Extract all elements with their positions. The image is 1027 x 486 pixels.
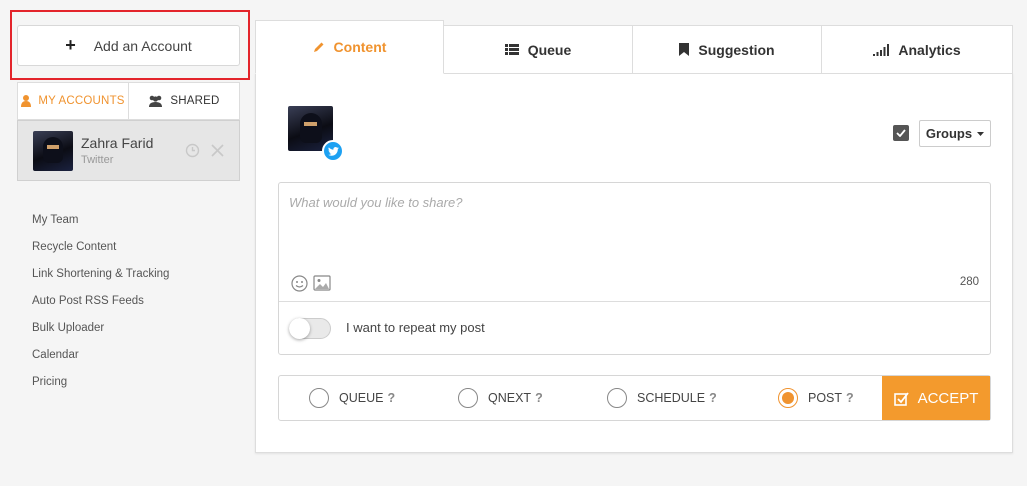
schedule-label: SCHEDULE <box>637 391 706 405</box>
account-network: Twitter <box>81 154 114 166</box>
schedule-radio[interactable] <box>607 388 627 408</box>
queue-radio[interactable] <box>309 388 329 408</box>
account-card[interactable]: Zahra Farid Twitter <box>17 120 240 181</box>
help-icon[interactable]: ? <box>387 391 395 405</box>
groups-label: Groups <box>925 126 973 141</box>
tab-queue-label: Queue <box>527 41 572 58</box>
option-schedule[interactable]: SCHEDULE? <box>607 376 717 420</box>
help-icon[interactable]: ? <box>709 391 717 405</box>
groups-dropdown[interactable]: Groups <box>919 120 991 147</box>
account-name: Zahra Farid <box>81 135 154 151</box>
tab-suggestion-label: Suggestion <box>698 41 775 58</box>
emoji-icon[interactable] <box>291 275 308 292</box>
add-account-button[interactable]: + Add an Account <box>17 25 240 66</box>
tab-queue[interactable]: Queue <box>444 25 633 74</box>
post-label: POST <box>808 391 843 405</box>
nav-pricing[interactable]: Pricing <box>32 373 169 400</box>
option-qnext[interactable]: QNEXT? <box>458 376 543 420</box>
groups-checkbox[interactable] <box>893 125 909 141</box>
add-account-label: Add an Account <box>93 37 192 54</box>
post-options: QUEUE? QNEXT? SCHEDULE? POST? ACCEPT <box>278 375 991 421</box>
plus-icon: + <box>65 35 76 55</box>
repeat-toggle[interactable] <box>289 318 331 339</box>
account-tabs: MY ACCOUNTS SHARED <box>17 82 240 120</box>
tab-my-accounts-label: MY ACCOUNTS <box>38 95 125 107</box>
side-nav: My Team Recycle Content Link Shortening … <box>32 211 169 400</box>
image-icon[interactable] <box>313 275 331 291</box>
tab-suggestion[interactable]: Suggestion <box>633 25 822 74</box>
signal-bars-icon <box>873 43 890 56</box>
option-queue[interactable]: QUEUE? <box>309 376 395 420</box>
help-icon[interactable]: ? <box>846 391 854 405</box>
help-icon[interactable]: ? <box>535 391 543 405</box>
compose-input[interactable]: What would you like to share? <box>289 195 462 210</box>
nav-auto-post-rss[interactable]: Auto Post RSS Feeds <box>32 292 169 319</box>
close-icon[interactable] <box>210 143 225 158</box>
main-tabs: Content Queue Suggestion Analytics <box>255 20 1013 74</box>
char-count: 280 <box>959 276 979 288</box>
accept-button[interactable]: ACCEPT <box>882 376 990 420</box>
check-square-icon <box>893 391 909 406</box>
accept-label: ACCEPT <box>917 389 979 407</box>
pencil-icon <box>313 42 324 52</box>
option-post[interactable]: POST? <box>778 376 854 420</box>
tab-shared[interactable]: SHARED <box>129 83 239 119</box>
users-icon <box>149 95 163 107</box>
compose-box: What would you like to share? 280 I want… <box>278 182 991 355</box>
queue-label: QUEUE <box>339 391 384 405</box>
caret-down-icon <box>977 131 985 136</box>
tab-my-accounts[interactable]: MY ACCOUNTS <box>18 83 129 119</box>
nav-bulk-uploader[interactable]: Bulk Uploader <box>32 319 169 346</box>
nav-recycle-content[interactable]: Recycle Content <box>32 238 169 265</box>
tab-content-label: Content <box>333 39 387 55</box>
divider <box>279 301 990 302</box>
tab-analytics[interactable]: Analytics <box>822 25 1013 74</box>
repeat-label: I want to repeat my post <box>346 320 485 335</box>
qnext-radio[interactable] <box>458 388 478 408</box>
tab-shared-label: SHARED <box>170 95 220 107</box>
twitter-icon <box>322 140 344 162</box>
post-radio[interactable] <box>778 388 798 408</box>
qnext-label: QNEXT <box>488 391 532 405</box>
clock-icon[interactable] <box>185 143 200 158</box>
bookmark-icon <box>679 43 690 56</box>
list-icon <box>504 44 519 55</box>
nav-calendar[interactable]: Calendar <box>32 346 169 373</box>
nav-my-team[interactable]: My Team <box>32 211 169 238</box>
user-icon <box>21 95 32 107</box>
tab-content[interactable]: Content <box>255 20 444 74</box>
tab-analytics-label: Analytics <box>898 41 961 58</box>
nav-link-shortening[interactable]: Link Shortening & Tracking <box>32 265 169 292</box>
avatar <box>33 130 73 171</box>
